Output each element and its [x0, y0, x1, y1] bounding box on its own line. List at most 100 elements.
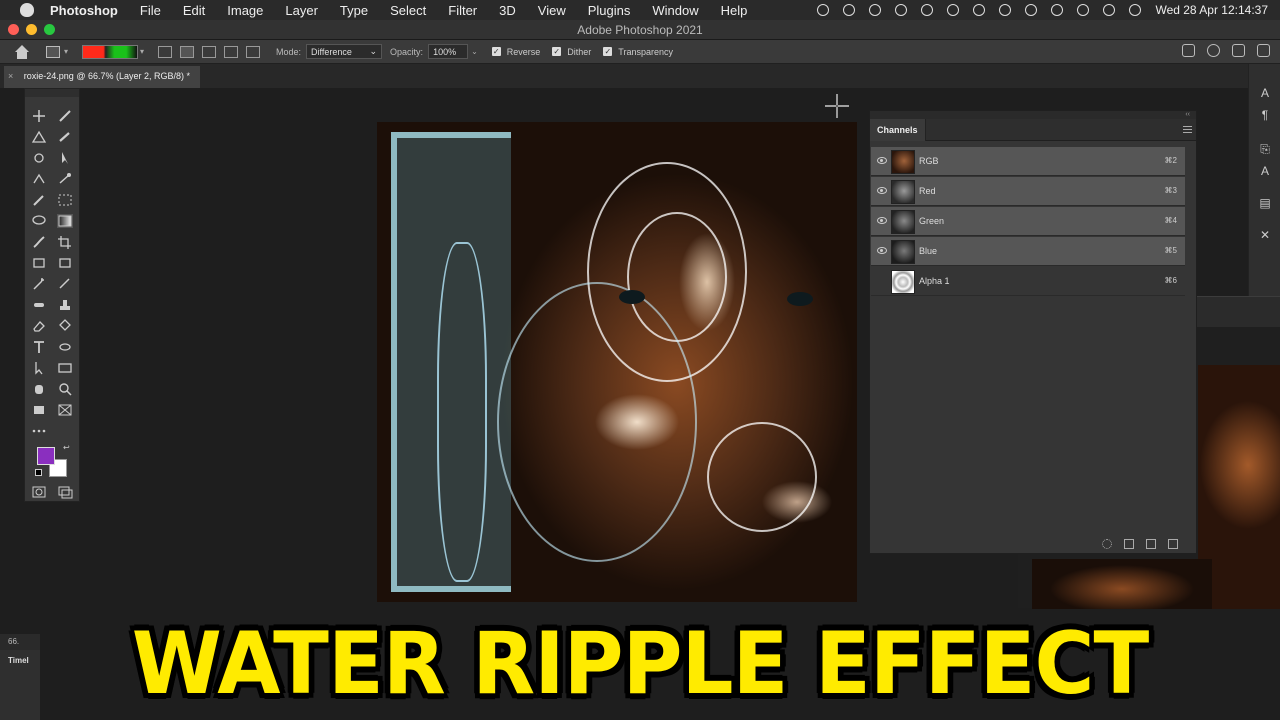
menu-edit[interactable]: Edit	[183, 3, 205, 18]
menu-select[interactable]: Select	[390, 3, 426, 18]
patch-tool-icon[interactable]	[31, 256, 47, 270]
search-icon[interactable]	[1207, 44, 1220, 57]
menu-filter[interactable]: Filter	[448, 3, 477, 18]
cloud-icon[interactable]	[869, 4, 882, 16]
apple-icon[interactable]	[20, 3, 34, 17]
tool-preset-icon[interactable]	[46, 45, 60, 58]
triangle-tool-icon[interactable]	[31, 130, 47, 144]
panel-collapse-icon[interactable]: ‹‹	[870, 111, 1196, 119]
channel-row-blue[interactable]: Blue ⌘5	[871, 237, 1185, 266]
quick-mask-icon[interactable]	[31, 485, 47, 499]
control-center-icon[interactable]	[1129, 4, 1142, 16]
eyedropper-tool-icon[interactable]	[31, 193, 47, 207]
home-icon[interactable]	[14, 44, 30, 59]
record-icon[interactable]	[817, 4, 830, 16]
visibility-eye-icon[interactable]	[877, 157, 887, 164]
character-panel-icon[interactable]: A	[1258, 86, 1272, 100]
more-tools-icon[interactable]	[31, 424, 47, 438]
pen-tool-icon[interactable]	[31, 151, 47, 165]
foreground-color-swatch[interactable]	[37, 447, 55, 465]
user-icon[interactable]	[1077, 4, 1090, 16]
quick-selection-icon[interactable]	[57, 130, 73, 144]
freeform-pen-icon[interactable]	[31, 172, 47, 186]
channel-row-red[interactable]: Red ⌘3	[871, 177, 1185, 206]
adjustments-panel-icon[interactable]: ✕	[1258, 228, 1272, 242]
swap-colors-icon[interactable]: ↩	[63, 443, 70, 452]
screen-mode-icon[interactable]	[57, 485, 73, 499]
load-selection-icon[interactable]	[1102, 539, 1112, 549]
clone-stamp-icon[interactable]	[57, 298, 73, 312]
path-selection-icon[interactable]	[31, 361, 47, 375]
rectangle-tool-icon[interactable]	[57, 361, 73, 375]
menu-layer[interactable]: Layer	[285, 3, 318, 18]
toolbox-grip[interactable]	[25, 89, 79, 97]
frame-tool-icon[interactable]	[57, 256, 73, 270]
visibility-eye-icon[interactable]	[877, 187, 887, 194]
channel-row-rgb[interactable]: RGB ⌘2	[871, 147, 1185, 176]
menu-image[interactable]: Image	[227, 3, 263, 18]
bluetooth-icon[interactable]	[999, 4, 1012, 16]
dither-checkbox[interactable]: ✓ Dither	[552, 47, 591, 57]
menu-help[interactable]: Help	[721, 3, 748, 18]
panel-menu-icon[interactable]	[1183, 126, 1192, 133]
default-colors-icon[interactable]	[35, 469, 42, 476]
close-tab-icon[interactable]: ×	[8, 71, 13, 81]
clock[interactable]: Wed 28 Apr 12:14:37	[1155, 3, 1268, 17]
reflected-gradient-button[interactable]	[224, 45, 239, 58]
wifi-icon[interactable]	[1051, 4, 1064, 16]
menu-file[interactable]: File	[140, 3, 161, 18]
color-replace-icon[interactable]	[57, 277, 73, 291]
share-icon[interactable]	[1182, 44, 1195, 57]
moon-icon[interactable]	[973, 4, 986, 16]
camera-icon[interactable]	[921, 4, 934, 16]
menu-view[interactable]: View	[538, 3, 566, 18]
save-selection-icon[interactable]	[1124, 539, 1134, 549]
transparency-checkbox[interactable]: ✓ Transparency	[603, 47, 673, 57]
export-icon[interactable]	[1257, 44, 1270, 57]
artboard-brush-icon[interactable]	[57, 109, 73, 123]
channel-row-alpha[interactable]: Alpha 1 ⌘6	[871, 267, 1185, 296]
new-channel-icon[interactable]	[1146, 539, 1156, 549]
battery-icon[interactable]	[1025, 4, 1038, 16]
type-tool-icon[interactable]	[31, 340, 47, 354]
eraser-tool-icon[interactable]	[31, 319, 47, 333]
properties-panel-icon[interactable]: ▤	[1258, 196, 1272, 210]
visibility-eye-icon[interactable]	[877, 247, 887, 254]
menu-type[interactable]: Type	[340, 3, 368, 18]
channels-tab[interactable]: Channels	[870, 119, 926, 141]
artboard-tool-icon[interactable]	[57, 403, 73, 417]
spot-healing-icon[interactable]	[57, 172, 73, 186]
brush-tool-icon[interactable]	[31, 235, 47, 249]
marquee-tool-icon[interactable]	[57, 193, 73, 207]
document-tab[interactable]: × roxie-24.png @ 66.7% (Layer 2, RGB/8) …	[4, 66, 200, 88]
menu-extra-icon[interactable]	[895, 4, 908, 16]
move-tool-icon[interactable]	[31, 109, 47, 123]
spotlight-icon[interactable]	[1103, 4, 1116, 16]
paragraph-panel-icon[interactable]: ¶	[1258, 108, 1272, 122]
workspace-icon[interactable]	[1232, 44, 1245, 57]
diamond-gradient-button[interactable]	[246, 45, 261, 58]
menu-plugins[interactable]: Plugins	[588, 3, 631, 18]
gradient-tool-icon[interactable]	[57, 214, 73, 228]
opacity-chevron-icon[interactable]: ⌄	[471, 47, 478, 56]
opacity-field[interactable]: 100%	[428, 44, 469, 59]
direct-select-icon[interactable]	[57, 151, 73, 165]
trash-icon[interactable]	[1168, 539, 1178, 549]
crop-tool-icon[interactable]	[57, 235, 73, 249]
menu-app[interactable]: Photoshop	[50, 3, 118, 18]
linear-gradient-button[interactable]	[158, 45, 173, 58]
menu-3d[interactable]: 3D	[499, 3, 516, 18]
reverse-checkbox[interactable]: ✓ Reverse	[491, 47, 540, 57]
smudge-tool-icon[interactable]	[57, 340, 73, 354]
edit-toolbar-icon[interactable]	[31, 403, 47, 417]
zoom-tool-icon[interactable]	[57, 382, 73, 396]
chevron-down-icon[interactable]: ▾	[64, 47, 68, 56]
text-styles-icon[interactable]: A	[1258, 164, 1272, 178]
creative-cloud-icon[interactable]	[843, 4, 856, 16]
gradient-dropdown-icon[interactable]: ▾	[140, 47, 144, 56]
paint-bucket-icon[interactable]	[57, 319, 73, 333]
info-icon[interactable]	[947, 4, 960, 16]
lasso-tool-icon[interactable]	[31, 214, 47, 228]
canvas-image[interactable]	[377, 122, 857, 602]
healing-brush-icon[interactable]	[31, 298, 47, 312]
